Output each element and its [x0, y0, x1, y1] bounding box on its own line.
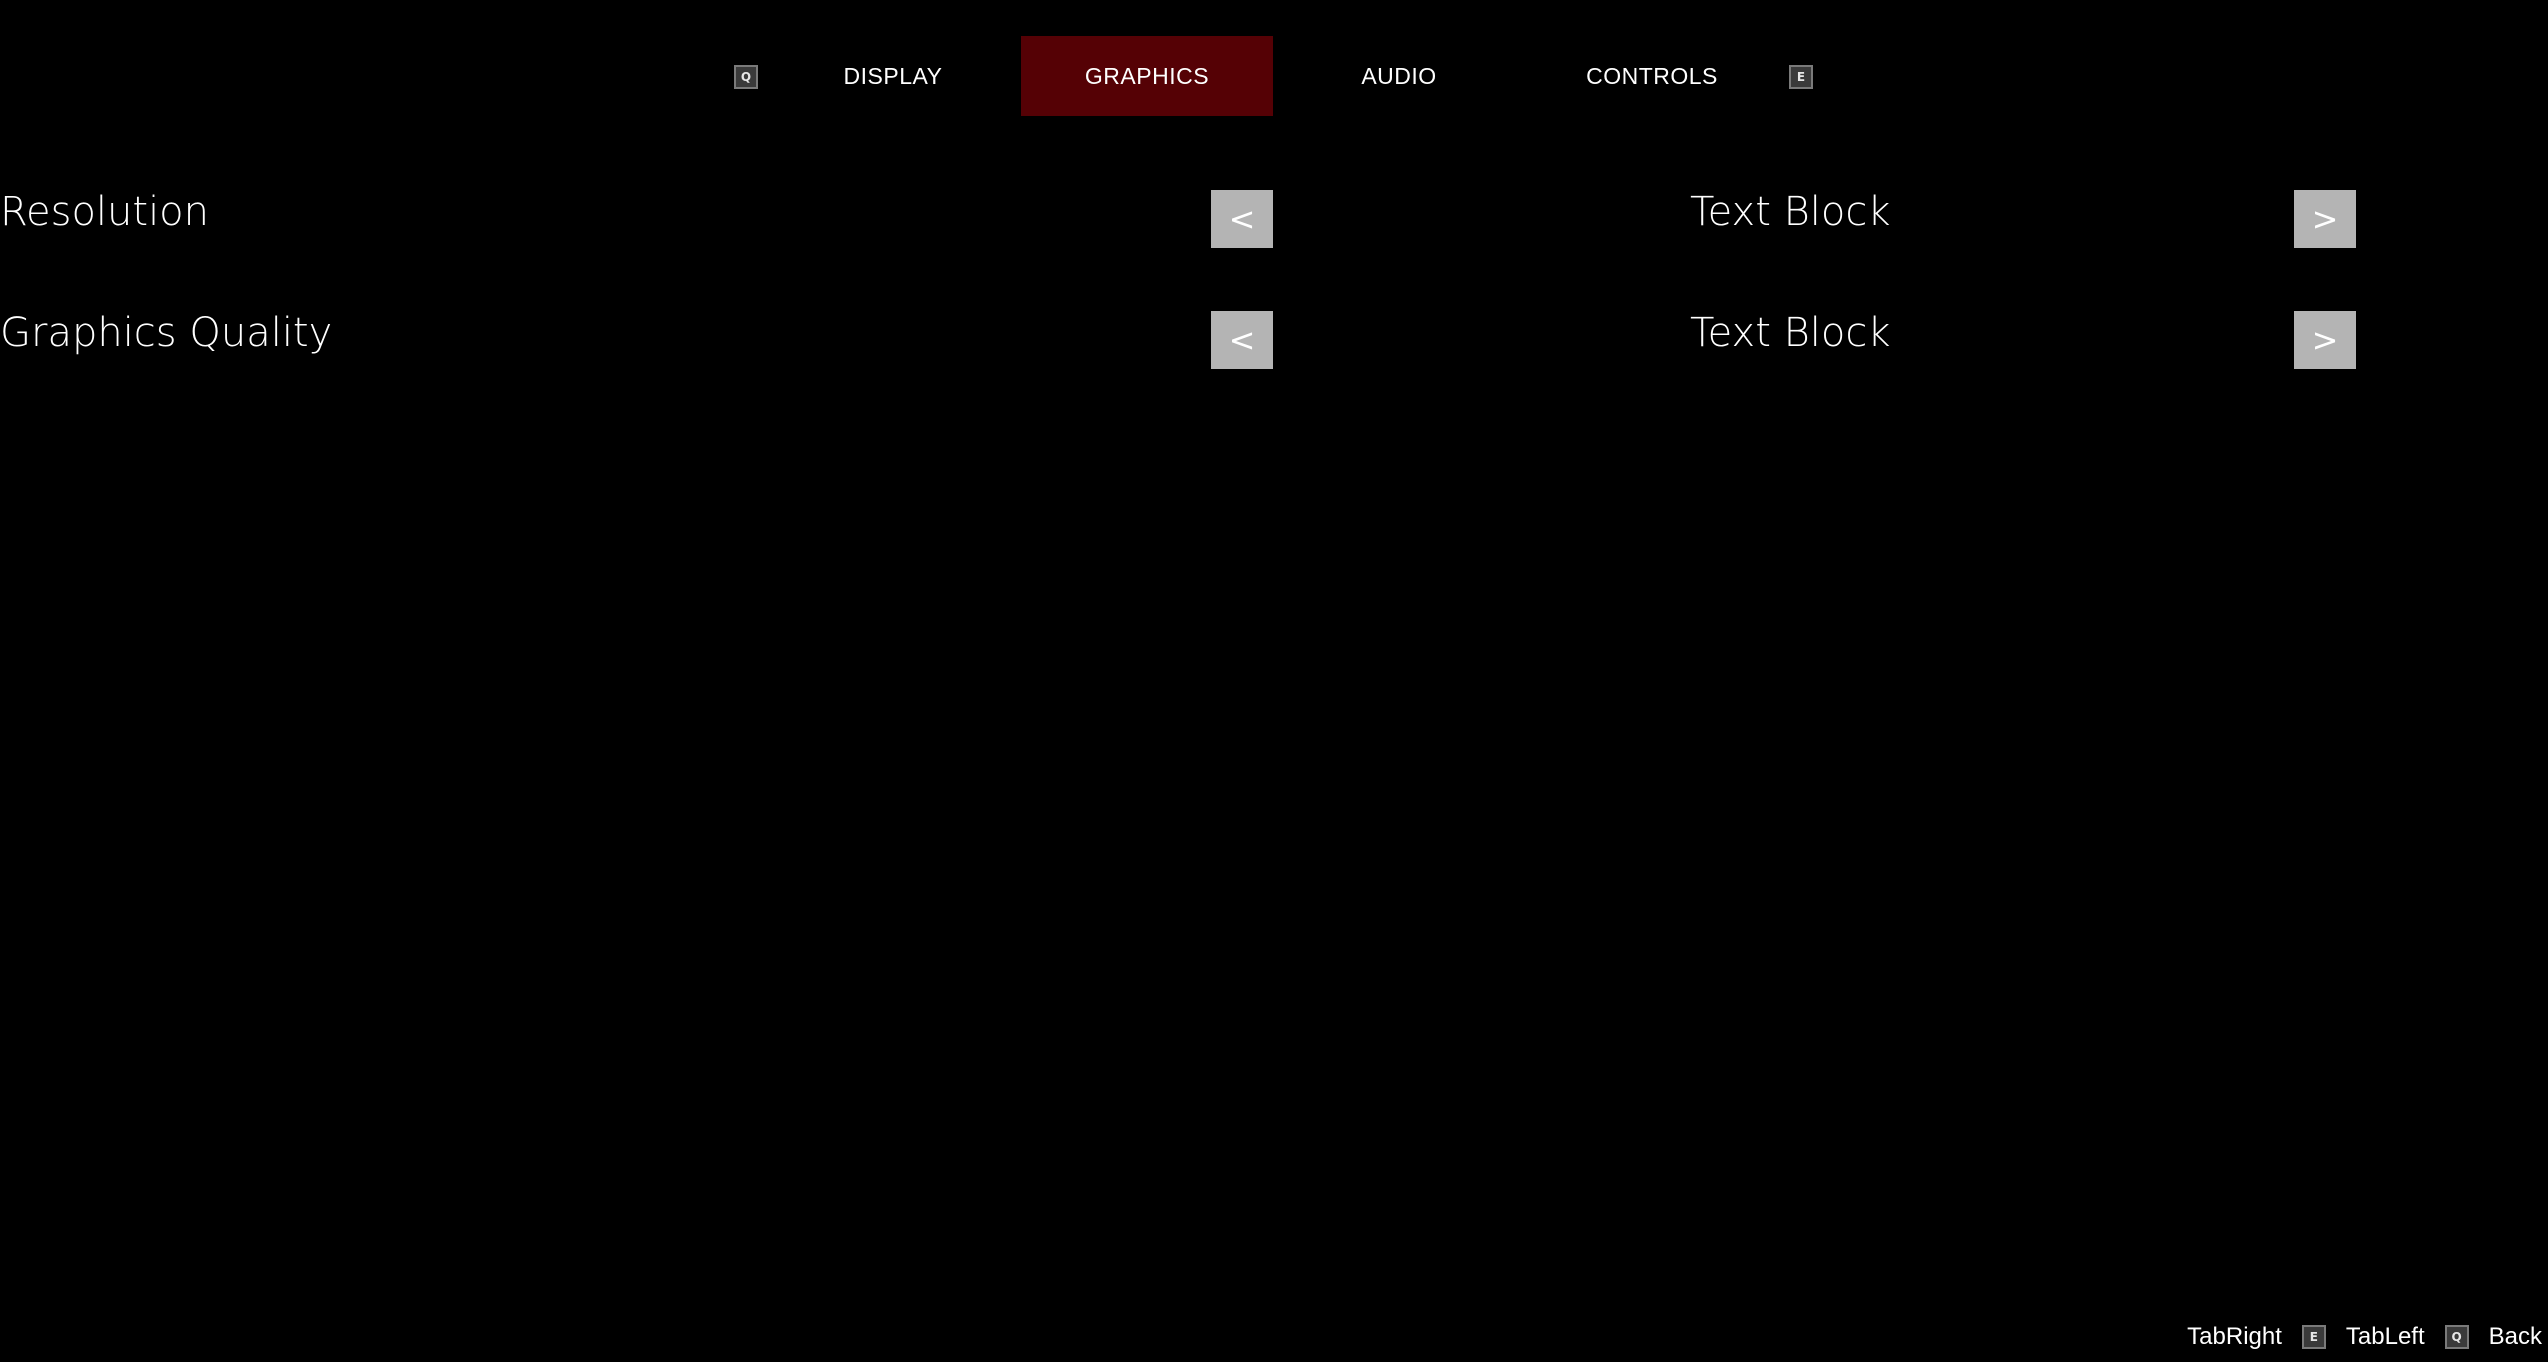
tab-controls[interactable]: CONTROLS — [1526, 36, 1778, 116]
e-key-icon[interactable]: E — [1789, 65, 1813, 89]
setting-label: Graphics Quality — [0, 310, 333, 356]
next-option-button[interactable]: > — [2294, 190, 2356, 248]
tab-display[interactable]: DISPLAY — [767, 36, 1019, 116]
setting-value: Text Block — [1690, 310, 1891, 356]
tab-audio[interactable]: AUDIO — [1273, 36, 1525, 116]
input-hints: TabRight E TabLeft Q Back — [2187, 1322, 2542, 1352]
setting-label: Resolution — [0, 189, 210, 235]
e-key-icon: E — [2301, 1325, 2326, 1349]
tab-left-hint-label: TabLeft — [2345, 1323, 2425, 1350]
previous-option-button[interactable]: < — [1211, 190, 1273, 248]
tab-right-hint-label: TabRight — [2187, 1323, 2282, 1350]
back-hint-label[interactable]: Back — [2489, 1323, 2542, 1351]
q-key-icon[interactable]: Q — [734, 65, 758, 89]
q-key-icon: Q — [2444, 1325, 2469, 1349]
tab-graphics[interactable]: GRAPHICS — [1021, 36, 1273, 116]
setting-value: Text Block — [1690, 189, 1891, 235]
previous-option-button[interactable]: < — [1211, 311, 1273, 369]
next-option-button[interactable]: > — [2294, 311, 2356, 369]
